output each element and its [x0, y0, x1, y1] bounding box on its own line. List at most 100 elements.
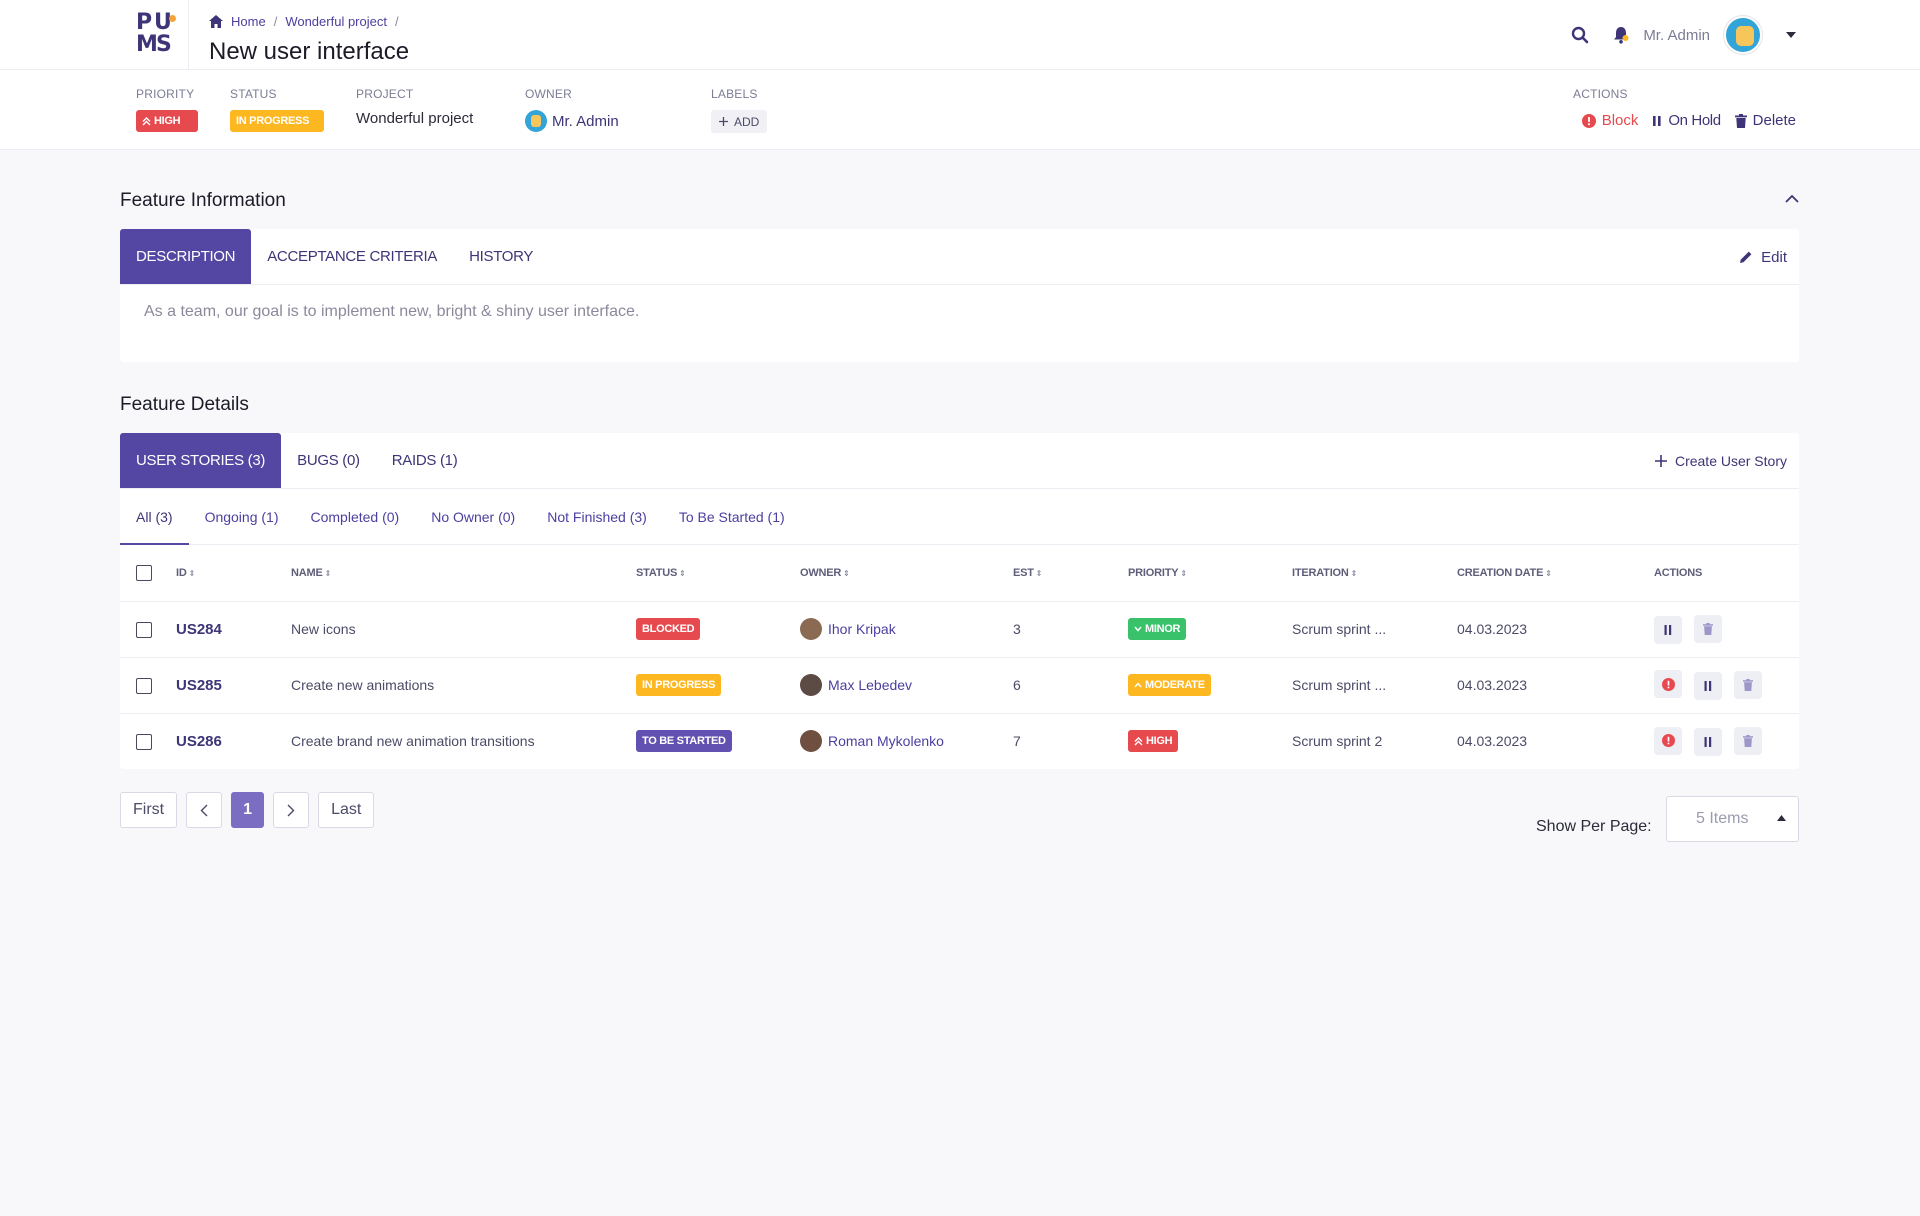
edit-label: Edit	[1761, 248, 1787, 266]
prev-page-button[interactable]	[186, 792, 223, 828]
col-actions: ACTIONS	[1654, 545, 1799, 602]
project-value[interactable]: Wonderful project	[356, 110, 473, 127]
block-button[interactable]: Block	[1581, 112, 1639, 129]
story-owner[interactable]: Ihor Kripak	[800, 618, 1013, 640]
owner-value[interactable]: Mr. Admin	[525, 110, 619, 132]
user-name[interactable]: Mr. Admin	[1643, 27, 1710, 44]
feature-information-card: DESCRIPTION ACCEPTANCE CRITERIA HISTORY …	[120, 229, 1799, 362]
col-iteration[interactable]: ITERATION ⇕	[1292, 545, 1457, 602]
chevron-left-icon	[200, 804, 208, 817]
story-id-link[interactable]: US284	[176, 621, 222, 638]
tab-acceptance-criteria[interactable]: ACCEPTANCE CRITERIA	[251, 229, 453, 284]
story-est: 7	[1013, 733, 1021, 750]
sort-icon: ⇕	[1035, 568, 1043, 578]
status-badge: IN PROGRESS	[636, 674, 722, 696]
bell-icon[interactable]	[1613, 26, 1629, 44]
double-chevron-up-icon	[142, 116, 151, 126]
pause-button[interactable]	[1694, 728, 1722, 756]
search-icon[interactable]	[1571, 26, 1589, 44]
header-divider	[188, 0, 189, 70]
pause-icon	[1704, 737, 1712, 747]
story-owner[interactable]: Roman Mykolenko	[800, 730, 1013, 753]
avatar	[800, 618, 822, 640]
col-name[interactable]: NAME ⇕	[291, 545, 636, 602]
delete-row-button[interactable]	[1694, 614, 1722, 643]
tab-bugs[interactable]: BUGS (0)	[281, 433, 376, 488]
delete-button[interactable]: Delete	[1734, 112, 1796, 129]
select-all-checkbox[interactable]	[136, 564, 152, 581]
edit-button[interactable]: Edit	[1739, 229, 1787, 285]
on-hold-button[interactable]: On Hold	[1652, 112, 1721, 129]
trash-icon	[1703, 622, 1713, 635]
table-row[interactable]: US286 Create brand new animation transit…	[120, 713, 1799, 769]
pause-icon	[1652, 115, 1662, 127]
filter-to-be-started[interactable]: To Be Started (1)	[679, 489, 785, 544]
chevron-down-icon[interactable]	[1786, 32, 1796, 38]
pagination: First 1 Last	[120, 792, 375, 828]
row-checkbox[interactable]	[136, 677, 152, 694]
delete-row-button[interactable]	[1734, 670, 1762, 699]
table-row[interactable]: US285 Create new animations IN PROGRESS …	[120, 657, 1799, 714]
owner-avatar	[525, 110, 547, 132]
story-est: 6	[1013, 657, 1128, 714]
filter-completed[interactable]: Completed (0)	[311, 489, 400, 544]
trash-icon	[1734, 113, 1747, 128]
user-avatar[interactable]	[1724, 16, 1762, 54]
labels-label: LABELS	[711, 87, 758, 101]
story-name: Create brand new animation transitions	[291, 733, 535, 750]
app-logo[interactable]: P U M S	[136, 12, 176, 56]
block-row-button[interactable]	[1654, 670, 1682, 699]
breadcrumb: Home / Wonderful project /	[209, 14, 399, 29]
tab-description[interactable]: DESCRIPTION	[120, 229, 252, 284]
page-number-button[interactable]: 1	[231, 792, 265, 828]
filter-ongoing[interactable]: Ongoing (1)	[205, 489, 279, 544]
table-row[interactable]: US284 New icons BLOCKED Ihor Kripak 3 MI…	[120, 601, 1799, 658]
story-date: 04.03.2023	[1457, 657, 1654, 714]
status-badge[interactable]: IN PROGRESS	[230, 110, 324, 132]
pause-button[interactable]	[1694, 671, 1722, 700]
tab-history[interactable]: HISTORY	[453, 229, 549, 284]
block-row-button[interactable]	[1654, 726, 1682, 755]
story-name: Create new animations	[291, 657, 636, 714]
story-iteration: Scrum sprint ...	[1292, 601, 1457, 658]
filter-not-finished[interactable]: Not Finished (3)	[547, 489, 647, 544]
pause-button[interactable]	[1654, 615, 1682, 644]
col-id[interactable]: ID ⇕	[176, 545, 291, 602]
add-label-button[interactable]: ADD	[711, 110, 768, 133]
plus-icon	[1654, 455, 1667, 467]
first-page-button[interactable]: First	[120, 792, 178, 828]
breadcrumb-project[interactable]: Wonderful project	[285, 14, 387, 29]
col-owner[interactable]: OWNER ⇕	[800, 545, 1013, 602]
block-label: Block	[1601, 112, 1639, 129]
breadcrumb-home[interactable]: Home	[231, 14, 266, 29]
home-icon[interactable]	[209, 15, 223, 28]
priority-badge[interactable]: HIGH	[136, 110, 198, 132]
col-status[interactable]: STATUS ⇕	[636, 545, 800, 602]
row-checkbox[interactable]	[136, 733, 152, 750]
per-page-select[interactable]: 5 Items	[1666, 796, 1799, 842]
last-page-button[interactable]: Last	[318, 792, 375, 828]
plus-icon	[719, 117, 728, 126]
col-creation-date[interactable]: CREATION DATE ⇕	[1457, 545, 1654, 602]
next-page-button[interactable]	[273, 792, 310, 828]
story-id-link[interactable]: US285	[176, 677, 222, 694]
delete-label: Delete	[1752, 112, 1796, 129]
col-est[interactable]: EST ⇕	[1013, 545, 1128, 602]
row-checkbox[interactable]	[136, 621, 152, 638]
header-user-area: Mr. Admin	[1571, 16, 1796, 54]
filter-no-owner[interactable]: No Owner (0)	[431, 489, 515, 544]
create-user-story-button[interactable]: Create User Story	[1654, 433, 1787, 489]
story-iteration: Scrum sprint 2	[1292, 733, 1383, 750]
chevron-up-icon[interactable]	[1785, 194, 1799, 203]
story-date: 04.03.2023	[1457, 601, 1654, 658]
story-owner[interactable]: Max Lebedev	[800, 674, 1013, 696]
sort-icon: ⇕	[843, 568, 850, 578]
tab-user-stories[interactable]: USER STORIES (3)	[120, 433, 282, 488]
per-page-label: Show Per Page:	[1536, 818, 1652, 835]
story-id-link[interactable]: US286	[176, 733, 222, 750]
chevron-right-icon	[287, 804, 295, 817]
filter-all[interactable]: All (3)	[120, 489, 188, 545]
col-priority[interactable]: PRIORITY ⇕	[1128, 545, 1292, 602]
delete-row-button[interactable]	[1734, 727, 1762, 755]
tab-raids[interactable]: RAIDS (1)	[376, 433, 474, 488]
